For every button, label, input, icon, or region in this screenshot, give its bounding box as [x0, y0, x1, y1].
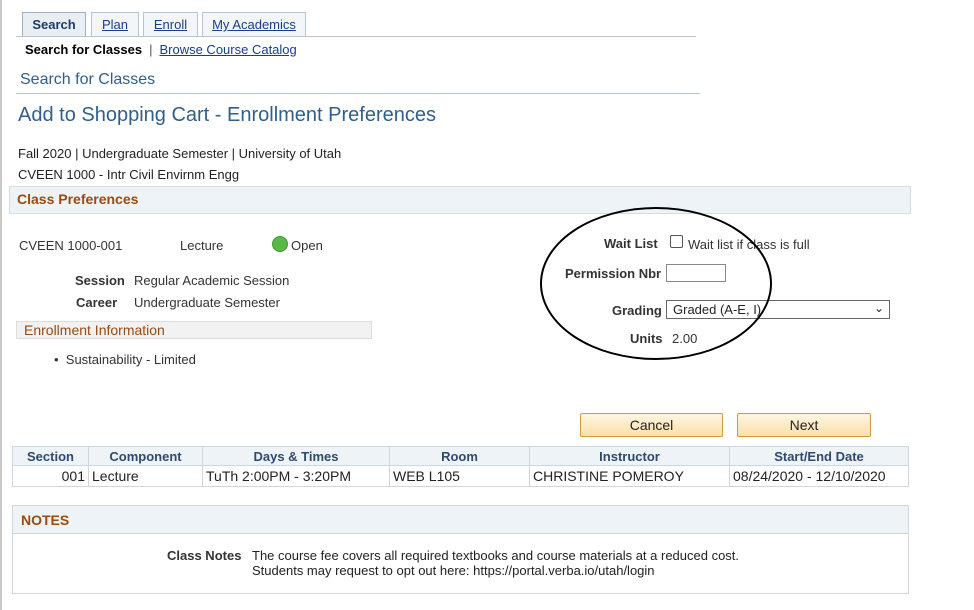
cell-start-end-date: 08/24/2020 - 12/10/2020 — [729, 465, 909, 487]
green-circle-icon — [272, 236, 288, 252]
header-component: Component — [88, 446, 203, 466]
sub-navigation: Search for Classes | Browse Course Catalog — [25, 42, 297, 57]
cancel-button[interactable]: Cancel — [580, 413, 723, 437]
career-label: Career — [76, 295, 118, 310]
cell-section: 001 — [12, 465, 89, 487]
table-header-row: Section Component Days & Times Room Inst… — [12, 446, 909, 466]
class-preferences-header: Class Preferences — [9, 186, 911, 214]
section-divider — [16, 93, 700, 94]
enrollment-info-header: Enrollment Information — [16, 321, 372, 339]
cell-instructor: CHRISTINE POMEROY — [529, 465, 730, 487]
header-days-times: Days & Times — [202, 446, 390, 466]
class-status: Open — [291, 238, 323, 253]
header-start-end-date: Start/End Date — [729, 446, 909, 466]
header-section: Section — [12, 446, 89, 466]
header-instructor: Instructor — [529, 446, 730, 466]
enrollment-info-item-text: Sustainability - Limited — [65, 352, 196, 367]
cell-room: WEB L105 — [389, 465, 530, 487]
highlight-circle-annotation — [540, 207, 772, 360]
next-button[interactable]: Next — [737, 413, 871, 437]
tab-enroll[interactable]: Enroll — [143, 12, 198, 36]
table-row: 001 Lecture TuTh 2:00PM - 3:20PM WEB L10… — [12, 465, 909, 487]
notes-header: NOTES — [13, 506, 908, 534]
subnav-current: Search for Classes — [25, 42, 143, 57]
class-id: CVEEN 1000-001 — [19, 238, 123, 253]
session-value: Regular Academic Session — [134, 273, 290, 288]
course-line: CVEEN 1000 - Intr Civil Envirnm Engg — [18, 167, 240, 182]
enrollment-info-title: Enrollment Information — [24, 322, 165, 338]
class-notes-text: The course fee covers all required textb… — [252, 548, 740, 578]
browse-catalog-link[interactable]: Browse Course Catalog — [159, 42, 296, 57]
class-notes-label: Class Notes — [167, 548, 242, 563]
career-value: Undergraduate Semester — [134, 295, 280, 310]
tab-divider — [16, 36, 696, 37]
session-label: Session — [75, 273, 125, 288]
section-table: Section Component Days & Times Room Inst… — [12, 446, 909, 487]
class-preferences-title: Class Preferences — [17, 191, 139, 207]
class-component: Lecture — [180, 238, 224, 253]
cell-days-times: TuTh 2:00PM - 3:20PM — [202, 465, 390, 487]
enrollment-info-item: • Sustainability - Limited — [54, 352, 196, 367]
notes-title: NOTES — [21, 512, 70, 528]
cell-component: Lecture — [88, 465, 203, 487]
subnav-separator: | — [149, 42, 153, 57]
page-title: Add to Shopping Cart - Enrollment Prefer… — [18, 104, 436, 126]
tab-my-academics[interactable]: My Academics — [202, 12, 306, 36]
term-line: Fall 2020 | Undergraduate Semester | Uni… — [18, 146, 342, 161]
chevron-down-icon: ⌄ — [873, 301, 884, 315]
tab-plan[interactable]: Plan — [91, 12, 139, 36]
left-border — [0, 0, 2, 610]
section-title: Search for Classes — [20, 71, 156, 88]
tab-search[interactable]: Search — [22, 12, 86, 37]
header-room: Room — [389, 446, 530, 466]
